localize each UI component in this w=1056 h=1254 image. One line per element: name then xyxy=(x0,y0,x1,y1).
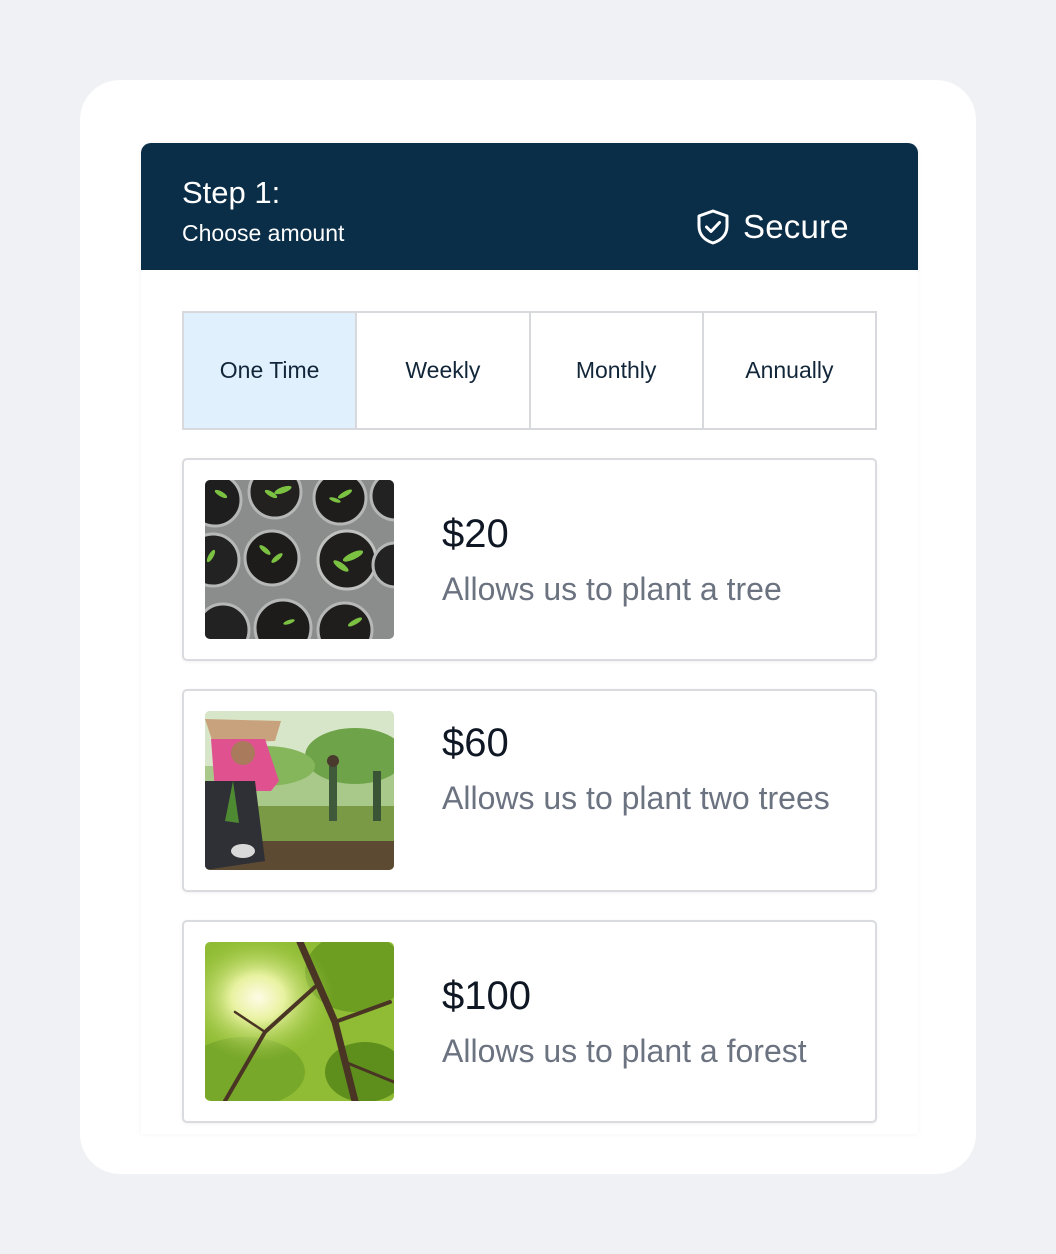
seedlings-in-pots-photo xyxy=(205,480,394,639)
secure-badge: Secure xyxy=(696,207,849,247)
donation-option-60[interactable]: $60 Allows us to plant two trees xyxy=(182,689,877,892)
step-title: Step 1: xyxy=(182,175,281,210)
outer-card: Step 1: Choose amount Secure One Time We… xyxy=(80,80,976,1174)
tab-annually[interactable]: Annually xyxy=(701,313,875,428)
step-header: Step 1: Choose amount Secure xyxy=(141,143,918,270)
tab-monthly[interactable]: Monthly xyxy=(528,313,702,428)
donation-description: Allows us to plant two trees xyxy=(442,780,830,816)
secure-label: Secure xyxy=(743,208,849,245)
forest-canopy-photo xyxy=(205,942,394,1101)
donation-amount: $100 xyxy=(442,974,531,1018)
shield-check-icon xyxy=(696,209,730,245)
frequency-tabs: One Time Weekly Monthly Annually xyxy=(182,311,877,430)
donation-description: Allows us to plant a forest xyxy=(442,1033,807,1069)
tab-one-time[interactable]: One Time xyxy=(184,313,356,428)
step-subtitle: Choose amount xyxy=(182,220,345,246)
donation-amount: $60 xyxy=(442,721,509,765)
person-planting-sapling-photo xyxy=(205,711,394,870)
donation-amount: $20 xyxy=(442,512,509,556)
donation-option-100[interactable]: $100 Allows us to plant a forest xyxy=(182,920,877,1123)
donation-widget: Step 1: Choose amount Secure One Time We… xyxy=(141,143,918,1134)
donation-description: Allows us to plant a tree xyxy=(442,571,782,607)
donation-option-20[interactable]: $20 Allows us to plant a tree xyxy=(182,458,877,661)
tab-weekly[interactable]: Weekly xyxy=(355,313,529,428)
